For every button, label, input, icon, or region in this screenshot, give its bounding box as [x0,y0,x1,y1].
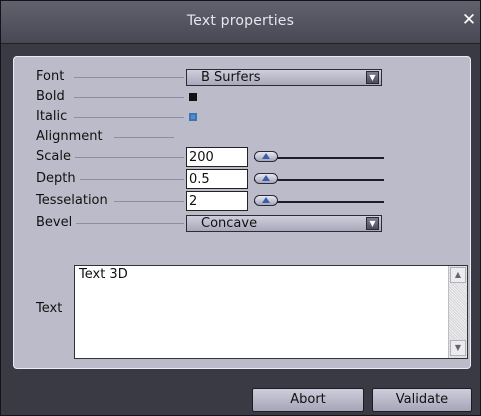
italic-row: Italic [14,107,470,127]
bevel-value: Concave [201,216,258,231]
leader-line [74,117,184,118]
slider-thumb-icon[interactable] [254,151,278,162]
depth-row: Depth [14,169,470,189]
slider-thumb-icon[interactable] [254,173,278,184]
font-label: Font [36,67,69,87]
bevel-dropdown[interactable]: Concave ▼ [186,215,382,232]
alignment-label: Alignment [36,127,107,147]
title-bar[interactable]: Text properties ✕ [1,1,480,44]
scale-input[interactable] [186,147,248,167]
text-input[interactable]: Text 3D [75,266,450,358]
arrow-up-icon[interactable]: ▲ [450,267,466,283]
tesselation-input[interactable] [186,191,248,211]
dialog-title: Text properties [186,13,295,29]
bold-checkbox[interactable] [189,93,197,101]
font-dropdown[interactable]: B Surfers ▼ [186,69,382,86]
bold-row: Bold [14,87,470,107]
abort-button[interactable]: Abort [252,388,364,412]
bold-label: Bold [36,87,69,107]
close-icon[interactable]: ✕ [460,10,478,30]
validate-button[interactable]: Validate [372,388,472,412]
bevel-label: Bevel [36,213,77,233]
font-row: Font B Surfers ▼ [14,67,470,87]
alignment-row: Alignment [14,127,470,147]
slider-thumb-icon[interactable] [254,195,278,206]
arrow-down-icon[interactable]: ▼ [450,340,466,356]
leader-line [74,97,184,98]
text-scrollbar[interactable]: ▲ ▼ [448,266,467,358]
text-label: Text [36,301,63,316]
chevron-down-icon[interactable]: ▼ [366,217,379,230]
bevel-row: Bevel Concave ▼ [14,213,470,233]
tesselation-row: Tesselation [14,191,470,211]
leader-line [114,137,174,138]
leader-line [114,201,184,202]
leader-line [74,179,184,180]
tesselation-label: Tesselation [36,191,112,211]
depth-input[interactable] [186,169,248,189]
italic-checkbox[interactable] [189,113,197,121]
leader-line [74,157,184,158]
properties-panel: Font B Surfers ▼ Bold Italic Alignment S [13,56,471,369]
text-area-container: Text 3D ▲ ▼ [74,265,468,359]
depth-label: Depth [36,169,80,189]
italic-label: Italic [36,107,72,127]
leader-line [74,223,184,224]
font-value: B Surfers [201,70,261,85]
scale-row: Scale [14,147,470,167]
text-properties-dialog: Text properties ✕ Font B Surfers ▼ Bold … [0,0,481,416]
scale-label: Scale [36,147,75,167]
chevron-down-icon[interactable]: ▼ [366,71,379,84]
leader-line [74,77,184,78]
